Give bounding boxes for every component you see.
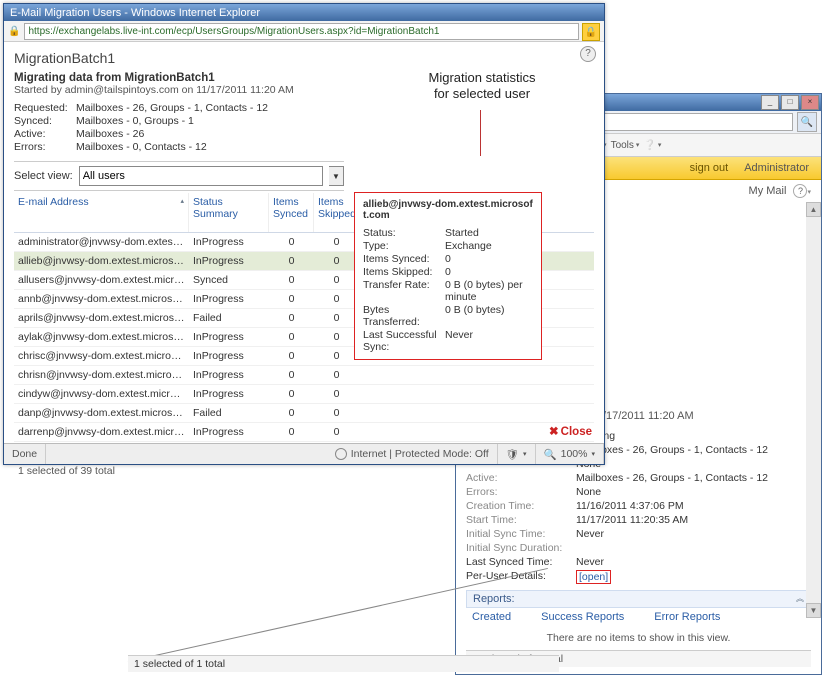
help-icon[interactable]: ? xyxy=(793,184,807,198)
help-icon[interactable]: ❔▾ xyxy=(643,140,661,151)
report-tabs: Created Success Reports Error Reports xyxy=(466,608,811,626)
security-lock-icon[interactable]: 🔒 xyxy=(582,23,600,41)
col-synced[interactable]: Items Synced xyxy=(269,193,314,232)
table-row[interactable]: chrisn@jnvwsy-dom.extest.microsoft.comIn… xyxy=(14,366,594,385)
view-select[interactable] xyxy=(79,166,323,186)
scroll-down-icon[interactable]: ▼ xyxy=(806,603,821,618)
table-row[interactable]: danp@jnvwsy-dom.extest.microsoft.comFail… xyxy=(14,404,594,423)
min-button[interactable]: _ xyxy=(761,95,779,110)
callout-pointer xyxy=(480,110,481,156)
user-detail-pane: allieb@jnvwsy-dom.extest.microsoft.com S… xyxy=(354,192,542,360)
max-button[interactable]: □ xyxy=(781,95,799,110)
chevron-up-icon: ︽ xyxy=(796,593,804,605)
close-link[interactable]: ✖Close xyxy=(549,424,592,438)
status-protected-icon[interactable]: 🛡▾ xyxy=(498,444,536,464)
my-mail-link[interactable]: My Mail xyxy=(749,185,787,197)
selection-bar: 1 selected of 1 total xyxy=(128,655,559,672)
view-label: Select view: xyxy=(14,170,73,182)
open-link-box: [open] xyxy=(576,570,611,584)
scrollbar[interactable]: ▲ ▼ xyxy=(806,202,821,618)
table-row[interactable]: cindyw@jnvwsy-dom.extest.microsoft.comIn… xyxy=(14,385,594,404)
reports-error-link[interactable]: Error Reports xyxy=(654,611,720,623)
reports-success-link[interactable]: Success Reports xyxy=(541,611,624,623)
globe-icon xyxy=(335,448,347,460)
dialog-content: ? MigrationBatch1 Migrating data from Mi… xyxy=(4,42,604,480)
reports-empty: There are no items to show in this view. xyxy=(466,626,811,650)
sign-out-link[interactable]: sign out xyxy=(690,162,729,174)
status-zone: Internet | Protected Mode: Off xyxy=(327,444,498,464)
table-row[interactable]: darrenp@jnvwsy-dom.extest.microsoft.comI… xyxy=(14,423,594,442)
batch-name: MigrationBatch1 xyxy=(14,50,594,66)
col-status[interactable]: Status Summary xyxy=(189,193,269,232)
scroll-up-icon[interactable]: ▲ xyxy=(806,202,821,217)
tools-menu[interactable]: Tools▾ xyxy=(611,140,640,151)
search-go-button[interactable]: 🔍 xyxy=(797,112,817,132)
lock-icon: 🔒 xyxy=(8,26,20,37)
detail-user-email: allieb@jnvwsy-dom.extest.microsoft.com xyxy=(363,199,533,221)
status-done: Done xyxy=(4,444,46,464)
callout-label: Migration statisticsfor selected user xyxy=(402,70,562,103)
url-input[interactable] xyxy=(24,23,579,40)
reports-header[interactable]: Reports:︽ xyxy=(466,590,811,608)
status-bar: Done Internet | Protected Mode: Off 🛡▾ 🔍… xyxy=(4,443,604,464)
dialog-title: E-Mail Migration Users - Windows Interne… xyxy=(4,4,604,21)
close-button[interactable]: × xyxy=(801,95,819,110)
address-bar: 🔒 ↻ xyxy=(4,21,604,42)
per-user-open-link[interactable]: [open] xyxy=(579,571,608,583)
reports-created-link[interactable]: Created xyxy=(472,611,511,623)
col-email[interactable]: E-mail Address▴ xyxy=(14,193,189,232)
status-zoom[interactable]: 🔍100% ▾ xyxy=(536,444,604,464)
dropdown-icon[interactable]: ▼ xyxy=(329,166,344,186)
sort-icon: ▴ xyxy=(180,197,184,205)
close-icon: ✖ xyxy=(549,426,559,438)
view-selector-row: Select view: ▼ xyxy=(14,161,344,191)
col-skipped[interactable]: Items Skipped xyxy=(314,193,359,232)
user-role: Administrator xyxy=(744,162,809,174)
help-icon[interactable]: ? xyxy=(580,46,596,62)
stats-grid: Requested:Mailboxes - 26, Groups - 1, Co… xyxy=(14,102,594,153)
